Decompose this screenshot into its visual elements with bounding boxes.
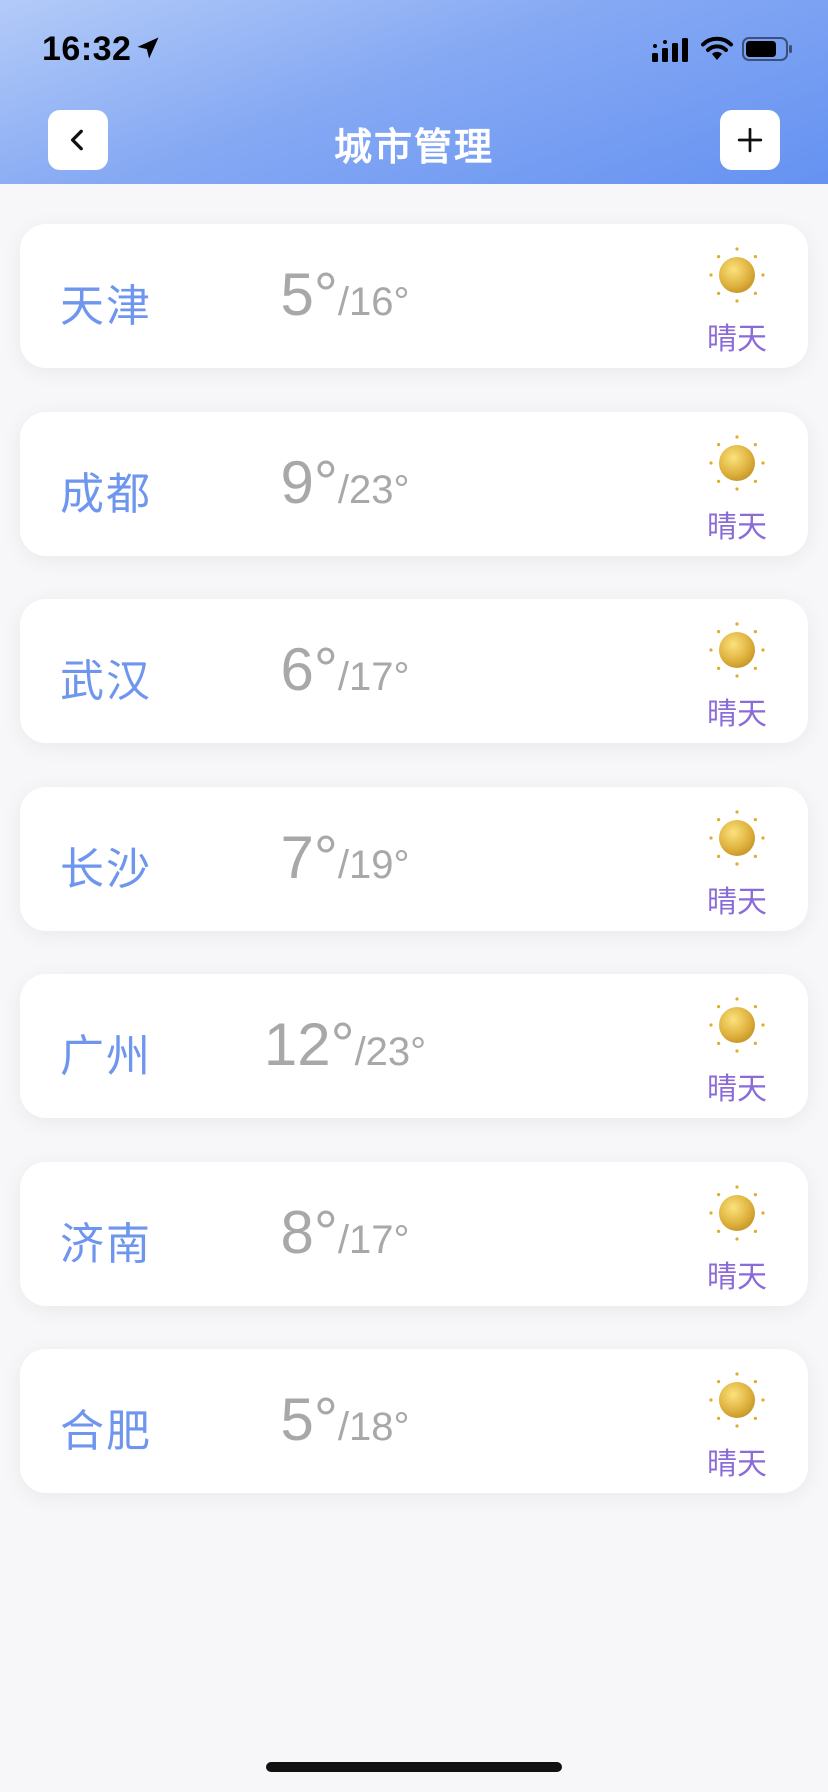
city-card[interactable]: 广州 12°/23° 晴天 — [20, 974, 808, 1118]
temp-low: 7° — [280, 823, 338, 891]
city-name: 广州 — [60, 1031, 152, 1082]
weather-condition: 晴天 — [707, 697, 767, 732]
temperature-range: 5°/18° — [220, 1385, 470, 1454]
temperature-range: 12°/23° — [220, 1010, 470, 1079]
status-bar: 16:32 — [0, 0, 828, 100]
temp-low: 12° — [263, 1011, 355, 1078]
header: 16:32 城市管理 — [0, 0, 828, 184]
temperature-range: 6°/17° — [220, 635, 470, 704]
temperature-range: 7°/19° — [220, 823, 470, 892]
temp-high: /19° — [337, 842, 410, 887]
status-time: 16:32 — [42, 30, 132, 68]
temp-high: /23° — [337, 467, 410, 512]
temp-high: /17° — [337, 1217, 410, 1262]
location-arrow-icon — [137, 37, 159, 59]
temp-low: 9° — [280, 448, 338, 516]
city-card[interactable]: 合肥 5°/18° 晴天 — [20, 1349, 808, 1493]
weather-condition: 晴天 — [707, 884, 767, 920]
home-indicator — [266, 1762, 562, 1772]
weather-condition: 晴天 — [707, 322, 767, 357]
page-title: 城市管理 — [333, 125, 494, 169]
sun-icon — [709, 1184, 765, 1241]
temp-high: /18° — [337, 1405, 410, 1449]
weather-condition: 晴天 — [707, 509, 767, 545]
add-city-button[interactable] — [720, 110, 780, 170]
temperature-range: 5°/16° — [220, 260, 470, 329]
sun-icon — [709, 247, 765, 303]
temp-high: /17° — [337, 655, 410, 699]
sun-icon — [709, 434, 765, 491]
city-name: 武汉 — [60, 656, 152, 707]
temp-low: 5° — [280, 1386, 338, 1453]
city-card[interactable]: 武汉 6°/17° 晴天 — [20, 599, 808, 743]
temp-high: /23° — [354, 1030, 427, 1074]
temperature-range: 8°/17° — [220, 1198, 470, 1267]
sun-icon — [709, 997, 765, 1053]
temp-low: 6° — [280, 636, 338, 703]
temp-low: 5° — [280, 261, 338, 328]
plus-icon — [737, 127, 763, 153]
sun-icon — [709, 1372, 765, 1428]
sun-icon — [709, 622, 765, 678]
temp-low: 8° — [280, 1198, 338, 1266]
city-name: 合肥 — [60, 1406, 152, 1457]
temp-high: /16° — [337, 280, 410, 324]
weather-condition: 晴天 — [707, 1072, 767, 1107]
temperature-range: 9°/23° — [220, 448, 470, 517]
wifi-icon — [701, 36, 733, 60]
city-card[interactable]: 成都 9°/23° 晴天 — [20, 411, 808, 556]
weather-condition: 晴天 — [707, 1447, 767, 1482]
sun-icon — [709, 809, 765, 866]
battery-icon — [742, 37, 792, 61]
city-card[interactable]: 长沙 7°/19° 晴天 — [20, 786, 808, 931]
cellular-signal-icon — [652, 38, 688, 62]
city-name: 成都 — [60, 468, 152, 520]
city-card[interactable]: 济南 8°/17° 晴天 — [20, 1161, 808, 1306]
city-name: 天津 — [60, 281, 152, 332]
city-name: 长沙 — [60, 843, 152, 895]
city-card[interactable]: 天津 5°/16° 晴天 — [20, 224, 808, 368]
weather-condition: 晴天 — [707, 1259, 767, 1295]
city-name: 济南 — [60, 1218, 152, 1270]
